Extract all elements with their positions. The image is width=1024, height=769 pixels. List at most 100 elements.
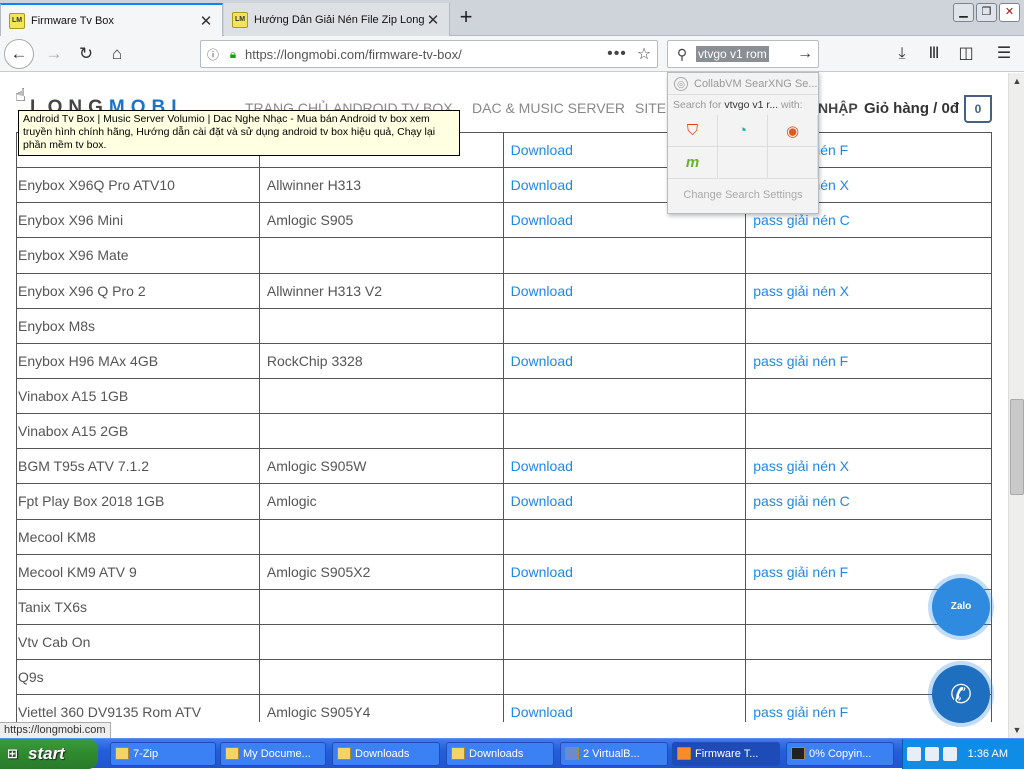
tray-app-icon[interactable] xyxy=(943,747,957,761)
link-tooltip: Android Tv Box | Music Server Volumio | … xyxy=(18,110,460,156)
url-text[interactable]: https://longmobi.com/firmware-tv-box/ xyxy=(241,47,603,62)
zalo-label: Zalo xyxy=(950,601,972,612)
device-name-cell: Enybox X96 Mini xyxy=(16,202,260,239)
chipset-cell xyxy=(258,237,504,274)
search-engine-label: CollabVM SearXNG Se... xyxy=(694,77,818,90)
duckduckgo-search-icon[interactable]: ◉ xyxy=(768,115,818,147)
info-icon[interactable]: ⓘ xyxy=(201,46,225,63)
table-row: Enybox X96 Q Pro 2 Allwinner H313 V2 Downl… xyxy=(16,272,992,309)
mojeek-search-icon[interactable]: m xyxy=(668,147,718,179)
task-downloads-2[interactable]: Downloads xyxy=(446,742,554,766)
download-link[interactable]: Download xyxy=(502,694,747,722)
downloads-icon[interactable]: ⤓ xyxy=(888,40,916,68)
vertical-scrollbar[interactable]: ▲ ▼ xyxy=(1008,73,1024,738)
device-name-cell: Enybox X96Q Pro ATV10 xyxy=(16,167,260,204)
tab-huong-dan[interactable]: LM Hướng Dẫn Giải Nén File Zip Longm ✕ xyxy=(224,3,450,36)
zalo-chat-button[interactable]: Zalo xyxy=(932,578,990,636)
download-link[interactable]: Download xyxy=(502,553,747,590)
close-tab-icon[interactable]: ✕ xyxy=(198,12,214,30)
forward-button[interactable]: → xyxy=(40,40,68,68)
chipset-cell: RockChip 3328 xyxy=(258,342,504,379)
brave-search-icon[interactable]: ⛉ xyxy=(668,115,718,147)
restore-icon[interactable]: ❐ xyxy=(976,3,997,22)
search-engine-item[interactable]: ◎ CollabVM SearXNG Se... xyxy=(668,73,818,95)
change-search-settings-button[interactable]: Change Search Settings xyxy=(668,179,818,211)
download-link xyxy=(502,623,747,661)
tray-network-icon[interactable] xyxy=(907,747,921,761)
search-go-icon[interactable]: → xyxy=(792,45,818,63)
url-bar[interactable]: ⓘ 🔒︎ https://longmobi.com/firmware-tv-bo… xyxy=(200,40,658,68)
scroll-thumb[interactable] xyxy=(1010,399,1024,495)
password-link xyxy=(745,518,992,555)
device-name-cell: Enybox X96 Mate xyxy=(16,237,260,274)
start-button[interactable]: ⊞ start xyxy=(0,739,98,769)
nav-item-site[interactable]: SITE xyxy=(635,100,666,116)
status-url: https://longmobi.com xyxy=(0,722,111,738)
download-link[interactable]: Download xyxy=(502,342,747,379)
cart-count-badge[interactable]: 0 xyxy=(964,95,992,123)
tab-firmware-tv-box[interactable]: LM Firmware Tv Box ✕ xyxy=(0,3,223,36)
hand-cursor-icon: ☝ xyxy=(15,85,26,105)
table-row: BGM T95s ATV 7.1.2 Amlogic S905W Download p… xyxy=(16,448,992,485)
chipset-cell xyxy=(258,307,504,344)
password-link[interactable]: pass giải nén F xyxy=(745,342,992,379)
password-link[interactable]: pass giải nén X xyxy=(745,448,992,485)
folder-icon xyxy=(337,747,351,760)
device-name-cell: Viettel 360 DV9135 Rom ATV xyxy=(16,694,260,722)
bookmark-star-icon[interactable]: ☆ xyxy=(631,44,657,64)
search-for-prefix: Search for xyxy=(673,99,722,111)
login-link[interactable]: NHẬP xyxy=(818,100,858,116)
reload-button[interactable]: ↻ xyxy=(72,40,100,68)
task-firmware-browser[interactable]: Firmware T... xyxy=(672,742,780,766)
navigation-toolbar: ← → ↻ ⌂ ⓘ 🔒︎ https://longmobi.com/firmwa… xyxy=(0,36,1024,72)
task-copying[interactable]: 0% Copyin... xyxy=(786,742,894,766)
task-my-documents[interactable]: My Docume... xyxy=(220,742,326,766)
password-link[interactable]: pass giải nén C xyxy=(745,483,992,520)
tab-bar: LM Firmware Tv Box ✕ LM Hướng Dẫn Giải N… xyxy=(0,0,1024,36)
search-for-label: Search for vtvgo v1 r... with: xyxy=(668,95,818,115)
table-row: Q9s xyxy=(16,659,992,696)
back-button[interactable]: ← xyxy=(4,39,34,69)
task-virtualbox-group[interactable]: 2 VirtualB... xyxy=(560,742,668,766)
new-tab-button[interactable]: + xyxy=(452,5,480,31)
download-link[interactable]: Download xyxy=(502,483,747,520)
password-link xyxy=(745,237,992,274)
cart-label[interactable]: Giỏ hàng / 0đ xyxy=(864,100,959,117)
menu-icon[interactable]: ☰ xyxy=(990,40,1018,68)
task-7zip[interactable]: 7-Zip xyxy=(110,742,216,766)
scroll-up-icon[interactable]: ▲ xyxy=(1009,73,1024,89)
password-link[interactable]: pass giải nén X xyxy=(745,272,992,309)
library-icon[interactable]: Ⅲ xyxy=(920,40,948,68)
download-link xyxy=(502,237,747,274)
sidebar-icon[interactable]: ◫ xyxy=(952,40,980,68)
table-row: Vtv Cab On xyxy=(16,623,992,661)
page-actions-icon[interactable]: ••• xyxy=(603,45,631,63)
empty-engine-slot xyxy=(768,147,818,179)
qwant-search-icon[interactable]: ◔ xyxy=(718,115,768,147)
close-window-icon[interactable]: ✕ xyxy=(999,3,1020,22)
search-input[interactable]: vtvgo v1 rom xyxy=(696,46,792,62)
tray-collapse-icon[interactable] xyxy=(925,747,939,761)
table-row: Viettel 360 DV9135 Rom ATV Amlogic S905Y4… xyxy=(16,694,992,722)
virtualbox-icon xyxy=(565,747,579,760)
firmware-table: Downloadpass giải nén FEnybox X96Q Pro A… xyxy=(16,131,992,722)
phone-call-icon[interactable]: ✆ xyxy=(932,665,990,723)
download-link[interactable]: Download xyxy=(502,448,747,485)
search-suggestions-dropdown: ◎ CollabVM SearXNG Se... Search for vtvg… xyxy=(667,72,819,214)
download-link[interactable]: Download xyxy=(502,272,747,309)
scroll-down-icon[interactable]: ▼ xyxy=(1009,722,1024,738)
lock-icon[interactable]: 🔒︎ xyxy=(225,47,241,62)
clock: 1:36 AM xyxy=(967,748,1008,760)
home-button[interactable]: ⌂ xyxy=(103,40,131,68)
close-tab-icon[interactable]: ✕ xyxy=(425,11,441,29)
url-path: /firmware-tv-box/ xyxy=(364,46,462,62)
search-bar[interactable]: ⚲ vtvgo v1 rom → xyxy=(667,40,819,68)
task-downloads-1[interactable]: Downloads xyxy=(332,742,440,766)
password-link xyxy=(745,307,992,344)
folder-icon xyxy=(451,747,465,760)
nav-item-dac-music-server[interactable]: DAC & MUSIC SERVER xyxy=(472,100,625,116)
password-link xyxy=(745,377,992,415)
table-row: Enybox X96 Mini Amlogic S905 Download pass … xyxy=(16,202,992,239)
minimize-icon[interactable]: ▁ xyxy=(953,3,974,22)
chipset-cell xyxy=(258,413,504,450)
